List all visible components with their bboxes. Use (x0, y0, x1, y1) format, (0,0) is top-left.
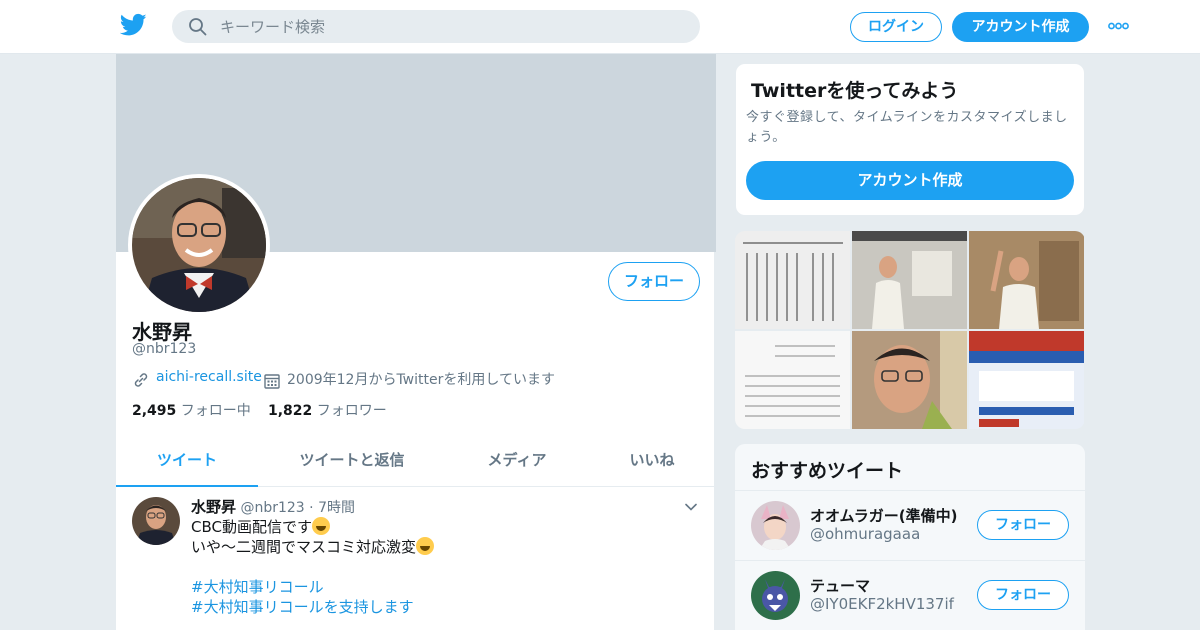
profile-photo (132, 178, 266, 312)
profile-stats: 2,495 フォロー中 1,822 フォロワー (132, 400, 387, 420)
recommended-item[interactable]: オオムラガー(準備中) @ohmuragaaa フォロー (735, 490, 1085, 560)
recommended-item[interactable]: テューマ @IY0EKF2kHV137if フォロー (735, 560, 1085, 630)
recommended-handle[interactable]: @ohmuragaaa (810, 525, 920, 543)
media-thumbnail[interactable] (852, 231, 967, 329)
avatar[interactable] (751, 501, 800, 550)
profile-avatar[interactable] (128, 174, 270, 316)
tweet-header: 水野昇 @nbr123 · 7時間 (191, 496, 355, 517)
link-icon (134, 373, 148, 387)
hashtag-link[interactable]: #大村知事リコール (191, 577, 434, 597)
recommended-title: おすすめツイート (751, 460, 904, 482)
tweet-item[interactable]: 水野昇 @nbr123 · 7時間 CBC動画配信です いや〜二週間でマスコミ対… (116, 487, 716, 630)
profile-joined-date: 2009年12月からTwitterを利用しています (287, 372, 555, 388)
profile-main-column: フォロー 水野昇 @nbr123 aichi-recall.site 2009年… (115, 54, 716, 630)
tweet-timestamp[interactable]: 7時間 (318, 500, 355, 516)
tab-likes[interactable]: いいね (596, 436, 708, 487)
profile-website-link[interactable]: aichi-recall.site (156, 369, 262, 385)
profile-tabs: ツイート ツイートと返信 メディア いいね (116, 436, 716, 487)
media-thumbnail[interactable] (735, 331, 850, 429)
tweet-avatar-photo (132, 497, 180, 545)
following-stat[interactable]: 2,495 フォロー中 (132, 403, 251, 419)
search-icon (189, 18, 207, 36)
recommended-handle[interactable]: @IY0EKF2kHV137if (810, 595, 954, 613)
tab-tweets-and-replies[interactable]: ツイートと返信 (278, 436, 426, 487)
profile-handle: @nbr123 (132, 341, 197, 357)
media-thumbnail[interactable] (735, 231, 850, 329)
calendar-icon (264, 374, 280, 389)
media-thumbnail[interactable] (969, 331, 1084, 429)
follow-button[interactable]: フォロー (977, 510, 1069, 540)
signup-button[interactable]: アカウント作成 (952, 12, 1089, 42)
twitter-bird-icon[interactable] (120, 13, 147, 37)
search-input[interactable] (220, 10, 680, 43)
followers-stat[interactable]: 1,822 フォロワー (268, 400, 387, 420)
grin-emoji-icon (416, 537, 435, 555)
media-thumbnail[interactable] (852, 331, 967, 429)
signup-card-description: 今すぐ登録して、タイムラインをカスタマイズしましょう。 (746, 110, 1068, 145)
login-button[interactable]: ログイン (850, 12, 942, 42)
tweet-avatar[interactable] (132, 497, 180, 545)
recommended-tweets-card: おすすめツイート オオムラガー(準備中) @ohmuragaaa フォロー テュ… (735, 444, 1085, 630)
tweet-text: CBC動画配信です いや〜二週間でマスコミ対応激変 #大村知事リコール #大村知… (191, 517, 435, 617)
hashtag-link[interactable]: #大村知事リコールを支持します (191, 597, 434, 617)
signup-card-button[interactable]: アカウント作成 (746, 161, 1074, 200)
tweet-separator: · (309, 500, 314, 516)
chevron-down-icon[interactable] (683, 499, 699, 515)
search-box[interactable] (172, 10, 700, 43)
grin-emoji-icon (311, 517, 330, 535)
top-navigation-bar: ログイン アカウント作成 (0, 0, 1200, 54)
signup-card: Twitterを使ってみよう 今すぐ登録して、タイムラインをカスタマイズしましょ… (735, 63, 1085, 216)
recommended-name[interactable]: テューマ (810, 575, 870, 596)
follow-button[interactable]: フォロー (977, 580, 1069, 610)
follow-button[interactable]: フォロー (608, 262, 700, 301)
avatar[interactable] (751, 571, 800, 620)
media-grid (735, 231, 1085, 429)
media-thumbnail[interactable] (969, 231, 1084, 329)
tweet-author-handle[interactable]: @nbr123 (240, 500, 304, 516)
more-dots-icon[interactable] (1108, 22, 1129, 30)
tab-media[interactable]: メディア (461, 436, 573, 487)
tab-tweets[interactable]: ツイート (116, 436, 258, 487)
tweet-author-name[interactable]: 水野昇 (191, 498, 236, 516)
signup-card-title: Twitterを使ってみよう (751, 80, 959, 102)
recommended-name[interactable]: オオムラガー(準備中) (810, 505, 958, 526)
